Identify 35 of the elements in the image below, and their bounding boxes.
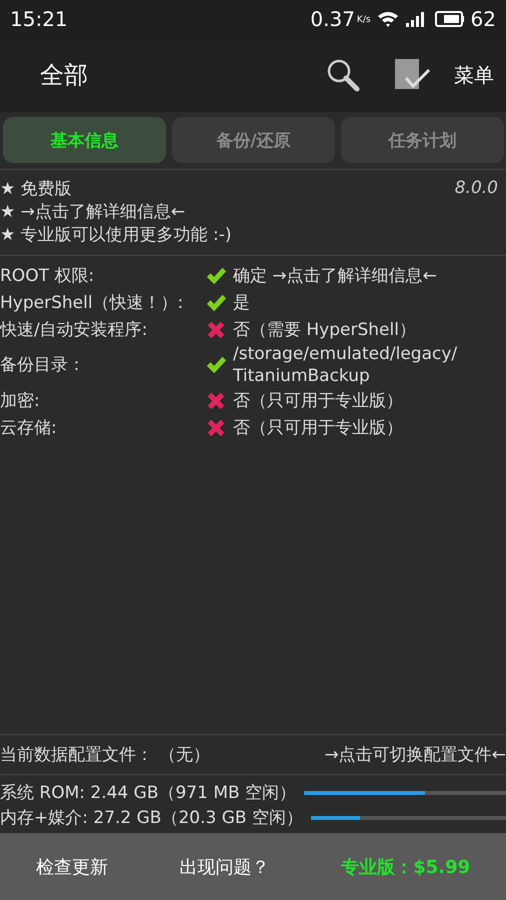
row-value: 否（只可用于专业版）	[233, 416, 404, 438]
row-value: 否（需要 HyperShell）	[233, 318, 417, 340]
profile-label: 当前数据配置文件：	[0, 744, 153, 766]
info-line[interactable]: ★ 免费版	[0, 178, 455, 201]
battery-icon	[434, 11, 465, 27]
info-line[interactable]: ★ →点击了解详细信息←	[0, 201, 455, 224]
version-label: 8.0.0	[454, 178, 498, 200]
screen-title: 全部	[40, 60, 89, 91]
wifi-icon	[376, 10, 399, 28]
menu-button[interactable]: 菜单	[454, 62, 494, 88]
storage-label: 系统 ROM: 2.44 GB（971 MB 空闲）	[0, 782, 296, 804]
row-value: 是	[233, 292, 251, 314]
row-label: ROOT 权限:	[0, 264, 96, 286]
footer-button[interactable]: 出现问题？	[174, 854, 276, 880]
switch-profile-link[interactable]: →点击可切换配置文件←	[324, 743, 506, 766]
search-icon[interactable]	[326, 58, 360, 92]
speed-unit: K/s	[356, 15, 371, 25]
info-line[interactable]: ★ 专业版可以使用更多功能 :-)	[0, 224, 455, 247]
row-label: 备份目录：	[0, 354, 86, 376]
row-label: 加密:	[0, 390, 41, 412]
battery-level: 62	[470, 7, 496, 31]
storage-label: 内存+媒介: 27.2 GB（20.3 GB 空闲）	[0, 807, 303, 829]
tab[interactable]: 基本信息	[3, 117, 166, 163]
row-label: HyperShell（快速！）:	[0, 292, 184, 314]
row-value: 否（只可用于专业版）	[233, 390, 404, 412]
select-all-icon[interactable]	[394, 58, 430, 92]
profile-value: （无）	[159, 744, 210, 766]
check-icon	[205, 354, 227, 376]
network-speed: 0.37	[310, 7, 355, 31]
row-value: 确定 →点击了解详细信息←	[233, 264, 438, 286]
buy-pro-button[interactable]: 专业版：$5.99	[335, 854, 476, 880]
clock: 15:21	[10, 7, 68, 31]
row-value: /storage/emulated/legacy/ TitaniumBackup	[233, 343, 458, 387]
row-label: 云存储:	[0, 416, 58, 438]
footer-button[interactable]: 检查更新	[30, 854, 114, 880]
